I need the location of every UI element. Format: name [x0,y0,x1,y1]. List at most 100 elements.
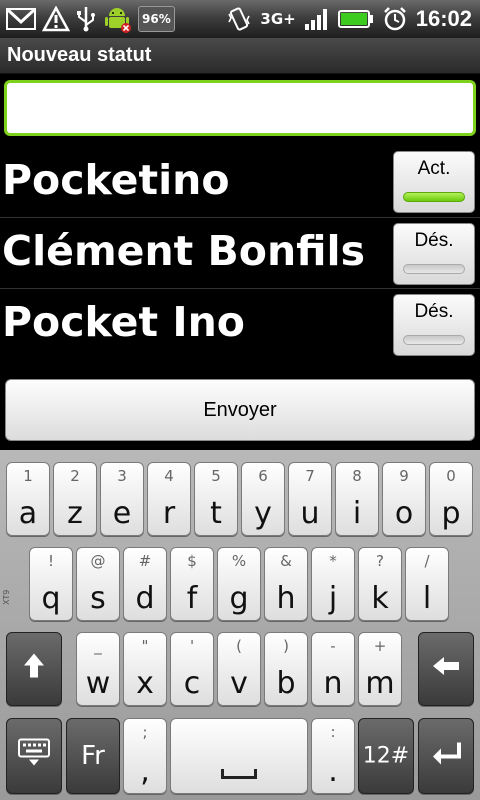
key-z[interactable]: 2z [53,462,97,536]
symbols-key[interactable]: 12# [358,718,414,794]
key-secondary: % [231,552,247,570]
key-comma[interactable]: ;, [123,718,167,794]
key-secondary: 1 [23,467,33,485]
key-primary: o [394,496,414,531]
backspace-icon [419,654,473,684]
key-primary: f [186,581,198,616]
key-c[interactable]: ' c [170,632,214,706]
key-u[interactable]: 7u [288,462,332,536]
key-s[interactable]: @ s [76,547,120,621]
key-j[interactable]: * j [311,547,355,621]
vibrate-icon [226,6,252,32]
send-button[interactable]: Envoyer [5,379,475,441]
key-p[interactable]: 0p [429,462,473,536]
space-key[interactable] [170,718,308,794]
key-secondary: - [330,637,336,655]
keyboard-icon [7,738,61,775]
clock: 16:02 [415,6,472,31]
toggle-indicator [403,192,465,202]
key-secondary: ) [283,637,289,655]
key-y[interactable]: 6y [241,462,285,536]
key-secondary: 9 [399,467,409,485]
account-row-pocketino: Pocketino Act. [0,148,480,218]
account-toggle-pocket-ino[interactable]: Dés. [393,294,475,356]
language-key[interactable]: Fr [66,718,120,794]
key-primary: x [136,666,154,701]
key-primary: g [229,581,249,616]
keyboard-settings-key[interactable] [6,718,62,794]
key-n[interactable]: -n [311,632,355,706]
enter-icon [419,741,473,772]
signal-icon [304,6,330,32]
title-bar: Nouveau statut [0,38,480,74]
page-title: Nouveau statut [7,44,152,66]
key-primary: c [183,666,201,701]
key-primary: a [18,496,38,531]
key-primary: z [67,496,83,531]
key-secondary: ! [47,552,54,570]
enter-key[interactable] [418,718,474,794]
account-toggle-pocketino[interactable]: Act. [393,151,475,213]
account-name: Clément Bonfils [2,227,365,275]
key-f[interactable]: $ f [170,547,214,621]
key-e[interactable]: 3e [100,462,144,536]
key-secondary: ? [376,552,384,570]
network-icon: 3G+ [260,6,295,32]
backspace-key[interactable] [418,632,474,706]
key-a[interactable]: 1a [6,462,50,536]
key-d[interactable]: # d [123,547,167,621]
language-label: Fr [81,741,105,771]
key-t[interactable]: 5t [194,462,238,536]
key-primary: j [328,581,338,616]
key-q[interactable]: ! q [29,547,73,621]
battery-icon [337,6,374,32]
key-o[interactable]: 9o [382,462,426,536]
key-period[interactable]: :. [311,718,355,794]
status-bar: 96% 3G+ 16:02 [0,0,480,38]
key-primary: r [162,496,176,531]
key-secondary: : [330,723,336,741]
status-input[interactable] [4,80,476,136]
key-m[interactable]: + m [358,632,402,706]
key-primary: . [328,754,338,789]
key-primary: n [323,666,343,701]
key-w[interactable]: _ w [76,632,120,706]
account-name: Pocket Ino [2,298,245,346]
key-g[interactable]: % g [217,547,261,621]
key-r[interactable]: 4r [147,462,191,536]
key-secondary: 5 [211,467,221,485]
key-b[interactable]: ) b [264,632,308,706]
key-secondary: 6 [258,467,268,485]
key-secondary: ' [189,637,195,655]
key-secondary: $ [187,552,197,570]
key-secondary: _ [94,637,102,655]
key-primary: w [85,666,111,701]
key-i[interactable]: 8i [335,462,379,536]
key-k[interactable]: ? k [358,547,402,621]
key-h[interactable]: & h [264,547,308,621]
toggle-label: Dés. [414,230,454,251]
key-secondary: / [424,552,430,570]
key-primary: t [210,496,222,531]
key-primary: h [276,581,296,616]
key-l[interactable]: / l [405,547,449,621]
key-primary: s [90,581,106,616]
xt9-label: XT9 [2,589,11,605]
key-primary: k [371,581,389,616]
alarm-icon [382,6,408,32]
key-primary: l [422,581,432,616]
account-toggle-clement-bonfils[interactable]: Dés. [393,223,475,285]
gmail-icon [6,6,36,32]
toggle-indicator [403,264,465,274]
key-primary: i [352,496,362,531]
toggle-label: Dés. [414,301,454,322]
key-primary: d [135,581,155,616]
shift-key[interactable] [6,632,62,706]
key-primary: v [230,666,248,701]
key-v[interactable]: (v [217,632,261,706]
toggle-label: Act. [417,158,451,179]
key-primary: y [254,496,272,531]
key-secondary: 7 [305,467,315,485]
key-x[interactable]: " x [123,632,167,706]
battery-percent-icon: 96% [138,6,175,32]
